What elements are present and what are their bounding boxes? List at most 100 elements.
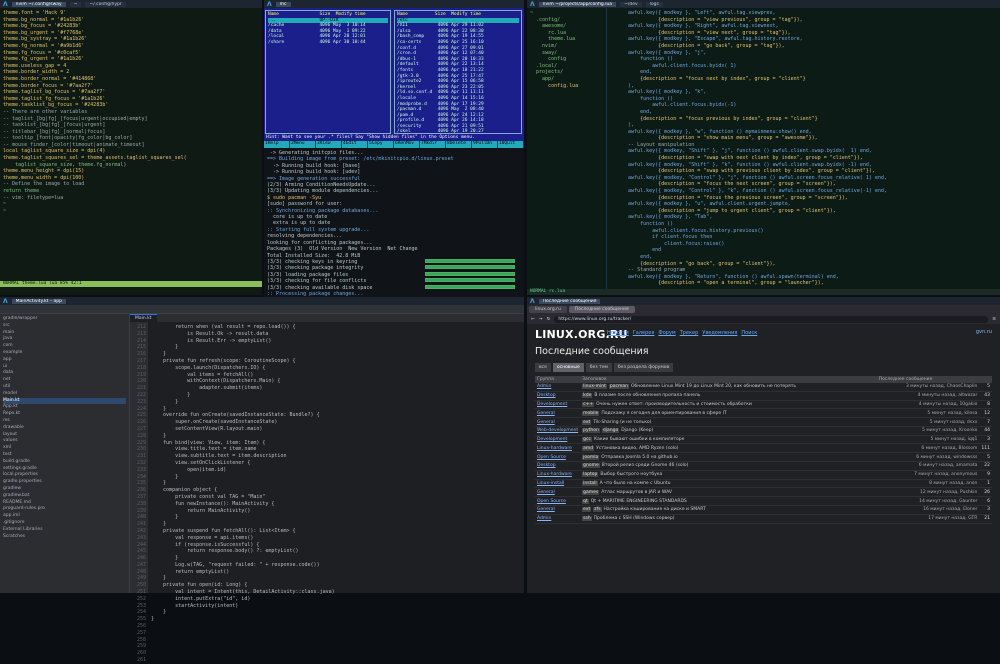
tag[interactable]: mobile: [582, 411, 599, 416]
group-link[interactable]: General: [535, 488, 580, 497]
topic-cell[interactable]: installА что было на компе с Ubuntu: [580, 479, 877, 488]
group-link[interactable]: Linux-hardware: [535, 470, 580, 479]
tab[interactable]: nvim ~/.config/sway: [12, 2, 66, 7]
tag[interactable]: qt: [582, 499, 589, 504]
forward-icon[interactable]: →: [539, 317, 543, 322]
table-row[interactable]: DesktopgnomeВторой релиз среди Gnome 46 …: [535, 462, 992, 471]
table-row[interactable]: GeneralextzfsНастройка кэширования на ди…: [535, 505, 992, 514]
topic-title[interactable]: Какие бывают ошибки в компиляторе: [594, 437, 684, 442]
tab[interactable]: ~/.config/hypr: [85, 2, 125, 7]
function-key[interactable]: 4Edit: [342, 141, 367, 148]
topic-cell[interactable]: joomlaОтправка Joomla 5.0 на github.io: [580, 453, 877, 462]
group-link[interactable]: Linux-install: [535, 479, 580, 488]
reload-icon[interactable]: ↻: [547, 317, 551, 322]
function-key[interactable]: 1Help: [264, 141, 289, 148]
group-link[interactable]: General: [535, 418, 580, 427]
topic-cell[interactable]: gamesАтлас маршрутов в JAR и WAV: [580, 488, 877, 497]
tag[interactable]: ext: [582, 420, 591, 425]
tab[interactable]: mc: [276, 2, 291, 7]
group-link[interactable]: Open Source: [535, 453, 580, 462]
table-row[interactable]: Adminlinux-mintpacmanОбновление Linux Mi…: [535, 383, 992, 391]
table-row[interactable]: Web-developmentpythondjangoDjango (Keep)…: [535, 426, 992, 435]
window-title[interactable]: MainActivity.kt – app: [12, 299, 66, 304]
topic-title[interactable]: Второй релиз среди Gnome 46 (solo): [602, 463, 689, 468]
topic-title[interactable]: Очень нужен ответ: производительность и …: [596, 402, 752, 407]
group-link[interactable]: Desktop: [535, 462, 580, 471]
tag[interactable]: install: [582, 481, 597, 486]
group-link[interactable]: Development: [535, 435, 580, 444]
group-link[interactable]: Admin: [535, 383, 580, 391]
table-row[interactable]: DevelopmentgccКакие бывают ошибки в комп…: [535, 435, 992, 444]
topic-cell[interactable]: kdeВ плазме после обновления пропала пан…: [580, 391, 877, 400]
group-link[interactable]: Admin: [535, 514, 580, 523]
group-link[interactable]: Development: [535, 400, 580, 409]
topic-cell[interactable]: qtQt + MARITIME ENGINEERING STANDARDS: [580, 497, 877, 506]
table-row[interactable]: Open SourceqtQt + MARITIME ENGINEERING S…: [535, 497, 992, 506]
topic-cell[interactable]: c++Очень нужен ответ: производительность…: [580, 400, 877, 409]
topic-cell[interactable]: amdУстановка видео, AMD Ryzen (solo): [580, 444, 877, 453]
nav-link[interactable]: Поиск: [741, 330, 757, 336]
topic-cell[interactable]: linux-mintpacmanОбновление Linux Mint 19…: [580, 383, 877, 391]
group-link[interactable]: Linux-hardware: [535, 444, 580, 453]
table-row[interactable]: Linux-hardwarelaptopВыбор быстрого ноутб…: [535, 470, 992, 479]
function-key[interactable]: 5Copy: [368, 141, 393, 148]
function-key[interactable]: 7Mkdir: [420, 141, 445, 148]
topic-cell[interactable]: mobileПодскажу я сегодня для ориентирова…: [580, 409, 877, 418]
tag[interactable]: ext: [582, 507, 591, 512]
tab[interactable]: ~: [70, 2, 82, 7]
topic-title[interactable]: Django (Keep): [621, 428, 653, 433]
topic-cell[interactable]: extzfsНастройка кэширования на диске и S…: [580, 505, 877, 514]
tab[interactable]: ~/dev: [620, 2, 642, 7]
menu-icon[interactable]: ≡: [992, 317, 996, 322]
filter-tab[interactable]: основные: [553, 363, 584, 372]
arch-logo-icon[interactable]: Λ: [530, 298, 535, 305]
table-row[interactable]: GeneralextTik-Sharing (и не только)5 мин…: [535, 418, 992, 427]
group-link[interactable]: General: [535, 409, 580, 418]
tag[interactable]: gcc: [582, 437, 592, 442]
tag[interactable]: games: [582, 490, 599, 495]
table-row[interactable]: Linux-hardwareamdУстановка видео, AMD Ry…: [535, 444, 992, 453]
arch-logo-icon[interactable]: Λ: [267, 1, 272, 8]
nav-link[interactable]: Новости: [607, 330, 629, 336]
topic-title[interactable]: Установка видео, AMD Ryzen (solo): [596, 446, 678, 451]
table-row[interactable]: Developmentc++Очень нужен ответ: произво…: [535, 400, 992, 409]
tag[interactable]: gnome: [582, 463, 600, 468]
address-input[interactable]: https://www.linux.org.ru/tracker/: [554, 316, 988, 323]
tag[interactable]: c++: [582, 402, 594, 407]
filter-tab[interactable]: без раздела форумов: [614, 363, 673, 372]
topic-title[interactable]: Атлас маршрутов в JAR и WAV: [601, 490, 672, 495]
tab[interactable]: logs: [646, 2, 663, 7]
table-row[interactable]: Linux-installinstallА что было на компе …: [535, 479, 992, 488]
topic-title[interactable]: Отправка Joomla 5.0 на github.io: [601, 455, 678, 460]
table-row[interactable]: GeneralgamesАтлас маршрутов в JAR и WAV1…: [535, 488, 992, 497]
topic-title[interactable]: Проблема с SSH (Windows сервер): [594, 516, 675, 521]
tag[interactable]: ssh: [582, 516, 592, 521]
arch-logo-icon[interactable]: Λ: [3, 298, 8, 305]
arch-logo-icon[interactable]: Λ: [530, 1, 535, 8]
topic-title[interactable]: Выбор быстрого ноутбука: [600, 472, 662, 477]
user-link[interactable]: gvn.ru: [976, 329, 992, 335]
table-row[interactable]: DesktopkdeВ плазме после обновления проп…: [535, 391, 992, 400]
table-row[interactable]: GeneralmobileПодскажу я сегодня для орие…: [535, 409, 992, 418]
filter-tab[interactable]: все: [535, 363, 551, 372]
table-row[interactable]: AdminsshПроблема с SSH (Windows сервер)1…: [535, 514, 992, 523]
topic-title[interactable]: Обновление Linux Mint 19 до Linux Mint 2…: [631, 384, 796, 389]
topic-title[interactable]: Qt + MARITIME ENGINEERING STANDARDS: [591, 499, 687, 504]
topic-title[interactable]: Настройка кэширования на диске и SMART: [604, 507, 706, 512]
function-key[interactable]: 10Quit: [498, 141, 523, 148]
function-key[interactable]: 6RenMov: [394, 141, 419, 148]
code-view[interactable]: awful.key({ modkey }, "Left", awful.tag.…: [613, 8, 1000, 295]
tag[interactable]: zfs: [593, 507, 601, 512]
topic-title[interactable]: А что было на компе с Ubuntu: [600, 481, 671, 486]
tag[interactable]: kde: [582, 393, 592, 398]
topic-cell[interactable]: pythondjangoDjango (Keep): [580, 426, 877, 435]
tag[interactable]: laptop: [582, 472, 598, 477]
topic-title[interactable]: Tik-Sharing (и не только): [593, 420, 651, 425]
tag[interactable]: amd: [582, 446, 594, 451]
tag[interactable]: joomla: [582, 455, 599, 460]
nav-link[interactable]: Трекер: [680, 330, 699, 336]
tab[interactable]: nvim ~/projects/app/config.lua: [539, 2, 616, 7]
code-editor[interactable]: return when (val result = repo.load()) {…: [148, 322, 524, 593]
filter-tab[interactable]: без тем: [586, 363, 612, 372]
function-key[interactable]: 9PullDn: [472, 141, 497, 148]
